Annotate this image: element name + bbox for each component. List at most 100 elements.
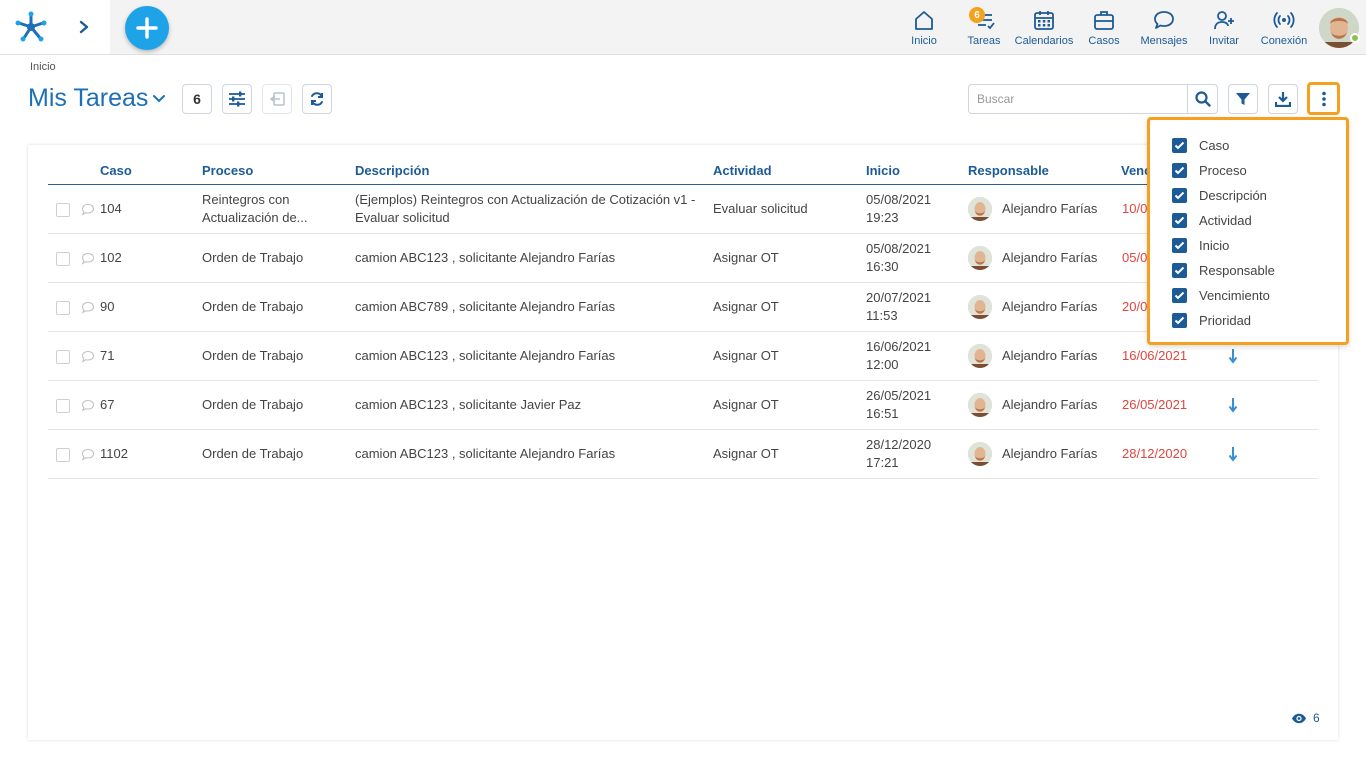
visible-count-value: 6 <box>1313 711 1320 725</box>
column-header-inicio[interactable]: Inicio <box>866 163 900 178</box>
nav-mensajes[interactable]: Mensajes <box>1138 9 1190 49</box>
page-title-text: Mis Tareas <box>28 84 149 112</box>
online-status-dot <box>1350 33 1360 43</box>
nav-label: Mensajes <box>1140 35 1188 47</box>
user-photo-icon <box>968 246 992 270</box>
menu-item-label: Descripción <box>1199 187 1267 203</box>
row-checkbox[interactable] <box>56 252 70 266</box>
cell-caso[interactable]: 67 <box>100 396 114 414</box>
responsable-avatar <box>968 393 992 417</box>
comment-icon <box>81 252 95 265</box>
menu-item-descripcion[interactable]: Descripción <box>1172 185 1267 205</box>
connection-icon <box>1273 12 1295 28</box>
table-row[interactable]: 90 Orden de Trabajo camion ABC789 , soli… <box>48 283 1318 332</box>
menu-item-vencimiento[interactable]: Vencimiento <box>1172 285 1270 305</box>
refresh-button[interactable] <box>302 84 332 114</box>
search-button[interactable] <box>1187 85 1217 113</box>
cell-vencimiento: 28/12/2020 <box>1122 446 1188 461</box>
user-photo-icon <box>968 197 992 221</box>
create-button[interactable] <box>125 6 169 50</box>
checkbox-checked-icon[interactable] <box>1172 312 1187 328</box>
more-vertical-icon <box>1321 91 1326 106</box>
cell-caso[interactable]: 1102 <box>100 445 128 463</box>
cell-inicio-hora: 12:00 <box>866 357 899 372</box>
briefcase-icon <box>1094 11 1114 30</box>
search-input[interactable] <box>969 85 1189 113</box>
menu-item-caso[interactable]: Caso <box>1172 135 1229 155</box>
comment-icon <box>81 301 95 314</box>
cell-inicio-fecha: 16/06/2021 <box>866 339 932 354</box>
column-header-responsable[interactable]: Responsable <box>968 163 1049 178</box>
checkbox-checked-icon[interactable] <box>1172 262 1187 278</box>
column-header-caso[interactable]: Caso <box>100 163 132 178</box>
breadcrumb[interactable]: Inicio <box>30 61 56 73</box>
cell-caso[interactable]: 90 <box>100 298 114 316</box>
menu-item-actividad[interactable]: Actividad <box>1172 210 1252 230</box>
nav-casos[interactable]: Casos <box>1086 9 1122 49</box>
row-checkbox[interactable] <box>56 301 70 315</box>
row-checkbox[interactable] <box>56 448 70 462</box>
row-checkbox[interactable] <box>56 203 70 217</box>
responsable-avatar <box>968 295 992 319</box>
cell-caso[interactable]: 104 <box>100 200 122 218</box>
cell-actividad: Asignar OT <box>713 446 779 461</box>
logo-area <box>0 0 110 54</box>
nav-tareas[interactable]: 6 Tareas <box>966 7 1002 49</box>
checkbox-checked-icon[interactable] <box>1172 162 1187 178</box>
table-row[interactable]: 1102 Orden de Trabajo camion ABC123 , so… <box>48 430 1318 479</box>
menu-item-label: Prioridad <box>1199 312 1252 328</box>
nav-inicio[interactable]: Inicio <box>906 9 942 49</box>
nav-invitar[interactable]: Invitar <box>1206 9 1242 49</box>
filter-icon <box>1236 93 1250 105</box>
table-row[interactable]: 104 Reintegros con Actualización de... (… <box>48 185 1318 234</box>
menu-item-prioridad[interactable]: Prioridad <box>1172 310 1251 330</box>
cell-vencimiento: 10/0 <box>1122 201 1148 216</box>
menu-item-responsable[interactable]: Responsable <box>1172 260 1275 280</box>
checkbox-checked-icon[interactable] <box>1172 287 1187 303</box>
settings-button[interactable] <box>222 84 252 114</box>
table-row[interactable]: 67 Orden de Trabajo camion ABC123 , soli… <box>48 381 1318 430</box>
menu-item-label: Vencimiento <box>1199 287 1270 303</box>
task-count-badge: 6 <box>182 84 212 114</box>
release-task-button[interactable] <box>262 84 292 114</box>
search-field <box>968 84 1218 114</box>
user-photo-icon <box>968 442 992 466</box>
search-icon <box>1194 91 1211 107</box>
release-icon <box>269 92 285 106</box>
download-icon <box>1275 92 1291 107</box>
nav-label: Casos <box>1088 35 1120 47</box>
nav-calendarios[interactable]: Calendarios <box>1014 9 1074 49</box>
menu-item-inicio[interactable]: Inicio <box>1172 235 1229 255</box>
cell-descripcion: camion ABC123 , solicitante Alejandro Fa… <box>355 348 616 363</box>
column-visibility-menu: Caso Proceso Descripción Actividad Inici… <box>1147 117 1349 345</box>
column-header-actividad[interactable]: Actividad <box>713 163 772 178</box>
table-row[interactable]: 102 Orden de Trabajo camion ABC123 , sol… <box>48 234 1318 283</box>
checkbox-checked-icon[interactable] <box>1172 212 1187 228</box>
app-logo-icon[interactable] <box>14 10 48 44</box>
column-options-button[interactable] <box>1307 82 1340 115</box>
home-icon <box>915 11 933 30</box>
download-button[interactable] <box>1268 84 1298 114</box>
nav-conexion[interactable]: Conexión <box>1258 9 1310 49</box>
column-header-descripcion[interactable]: Descripción <box>355 163 429 178</box>
expand-menu-chevron-icon[interactable] <box>76 17 92 37</box>
cell-responsable: Alejandro Farías <box>1002 299 1098 314</box>
cell-caso[interactable]: 71 <box>100 347 114 365</box>
column-header-proceso[interactable]: Proceso <box>202 163 253 178</box>
filter-button[interactable] <box>1228 84 1258 114</box>
comment-icon <box>81 350 95 363</box>
table-row[interactable]: 71 Orden de Trabajo camion ABC123 , soli… <box>48 332 1318 381</box>
responsable-avatar <box>968 197 992 221</box>
row-checkbox[interactable] <box>56 350 70 364</box>
checkbox-checked-icon[interactable] <box>1172 187 1187 203</box>
checkbox-checked-icon[interactable] <box>1172 237 1187 253</box>
nav-label: Conexión <box>1260 35 1308 47</box>
page-title[interactable]: Mis Tareas <box>28 84 166 113</box>
priority-low-arrow-icon <box>1228 349 1238 364</box>
checkbox-checked-icon[interactable] <box>1172 137 1187 153</box>
menu-item-proceso[interactable]: Proceso <box>1172 160 1247 180</box>
cell-caso[interactable]: 102 <box>100 249 122 267</box>
row-checkbox[interactable] <box>56 399 70 413</box>
top-bar: Inicio 6 Tareas Calendarios Casos Mensaj… <box>0 0 1366 55</box>
cell-vencimiento: 20/0 <box>1122 299 1148 314</box>
